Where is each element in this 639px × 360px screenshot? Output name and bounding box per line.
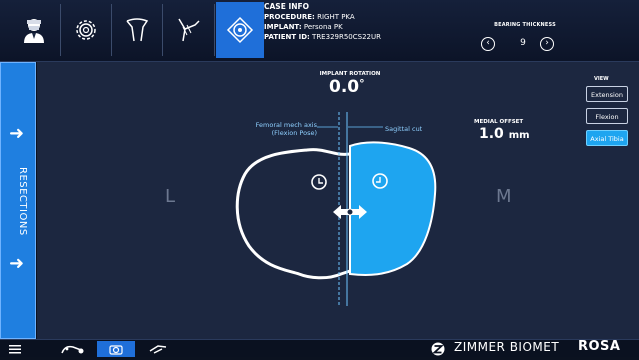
surgeon-icon[interactable] xyxy=(10,2,58,58)
hand-icon[interactable] xyxy=(138,341,178,357)
bottom-bar: ZIMMER BIOMET ROSA xyxy=(0,339,639,357)
arrow-right-icon[interactable]: ➜ xyxy=(9,253,24,274)
view-extension-button[interactable]: Extension xyxy=(586,86,628,102)
chevron-left-icon: ‹ xyxy=(486,38,490,48)
tibia-icon[interactable] xyxy=(164,2,212,58)
bearing-thickness-stepper: ‹ 9 › xyxy=(478,35,568,55)
axial-tibia-view xyxy=(235,112,437,306)
implant-row: IMPLANT: Persona PK xyxy=(264,22,381,32)
separator xyxy=(60,4,61,56)
product-name: ROSA xyxy=(578,339,621,354)
brand-name: ZIMMER BIOMET xyxy=(454,340,560,354)
bearing-thickness-value: 9 xyxy=(520,38,526,48)
procedure-label: PROCEDURE: xyxy=(264,13,315,21)
implant-label: IMPLANT: xyxy=(264,23,302,31)
main-view: IMPLANT ROTATION 0.0° Femoral mech axis … xyxy=(37,62,639,339)
view-flexion-button[interactable]: Flexion xyxy=(586,108,628,124)
case-info-title: CASE INFO xyxy=(264,2,310,11)
view-axial-tibia-button[interactable]: Axial Tibia xyxy=(586,130,628,146)
case-info: CASE INFO PROCEDURE: RIGHT PKA IMPLANT: … xyxy=(264,2,381,42)
resections-panel[interactable]: ➜ RESECTIONS ➜ xyxy=(0,62,36,339)
implant-value: Persona PK xyxy=(303,23,343,31)
chevron-right-icon: › xyxy=(545,38,549,48)
bearing-thickness-label: BEARING THICKNESS xyxy=(494,22,556,28)
menu-icon[interactable] xyxy=(0,341,30,357)
bearing-increase-button[interactable]: › xyxy=(540,37,554,51)
separator xyxy=(214,4,215,56)
procedure-row: PROCEDURE: RIGHT PKA xyxy=(264,12,381,22)
separator xyxy=(162,4,163,56)
bearing-decrease-button[interactable]: ‹ xyxy=(481,37,495,51)
gear-icon[interactable] xyxy=(62,2,110,58)
view-label: VIEW xyxy=(594,76,609,82)
top-bar: CASE INFO PROCEDURE: RIGHT PKA IMPLANT: … xyxy=(0,0,639,62)
zimmer-biomet-logo xyxy=(430,341,446,360)
separator xyxy=(111,4,112,56)
femur-icon[interactable] xyxy=(113,2,161,58)
arrow-right-icon[interactable]: ➜ xyxy=(9,123,24,144)
patient-value: TRE329R50CS22UR xyxy=(312,33,381,41)
resections-label: RESECTIONS xyxy=(17,167,28,236)
robot-arm-icon[interactable] xyxy=(52,341,92,357)
knee-target-icon[interactable] xyxy=(216,2,264,58)
camera-icon[interactable] xyxy=(97,341,135,357)
patient-row: PATIENT ID: TRE329R50CS22UR xyxy=(264,32,381,42)
patient-label: PATIENT ID: xyxy=(264,33,310,41)
procedure-value: RIGHT PKA xyxy=(317,13,355,21)
